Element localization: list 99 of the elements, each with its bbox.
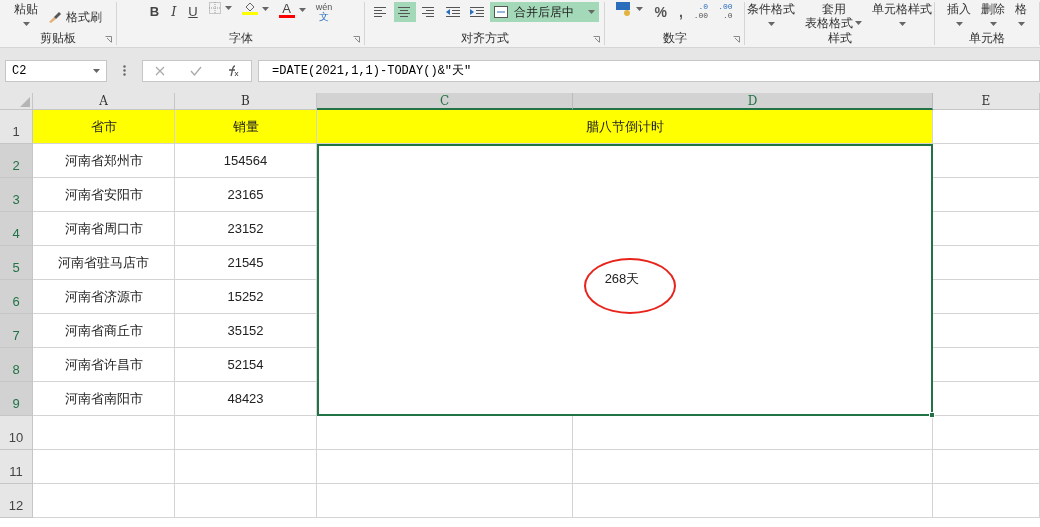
button-label: 表格格式 bbox=[805, 16, 853, 30]
format-painter-button[interactable]: 格式刷 bbox=[44, 8, 106, 26]
row-header[interactable]: 5 bbox=[0, 246, 33, 280]
table-cell: 河南省济源市 bbox=[33, 280, 175, 314]
table-cell: 河南省周口市 bbox=[33, 212, 175, 246]
row-header[interactable]: 3 bbox=[0, 178, 33, 212]
row-header[interactable]: 11 bbox=[0, 450, 33, 484]
cell-value: 268天 bbox=[604, 269, 640, 288]
align-center-button[interactable] bbox=[394, 2, 416, 22]
brush-icon bbox=[48, 11, 62, 23]
caret-icon bbox=[636, 7, 644, 11]
group-label: 数字 bbox=[662, 31, 687, 45]
check-icon[interactable] bbox=[190, 65, 202, 76]
align-right-icon bbox=[422, 6, 436, 18]
ribbon-button[interactable]: 删除 bbox=[977, 2, 1009, 26]
phonetic-button[interactable]: wén 文 bbox=[311, 2, 337, 22]
group-label: 字体 bbox=[228, 31, 253, 45]
caret-icon bbox=[224, 6, 232, 10]
caret-icon bbox=[22, 22, 30, 26]
dialog-launcher-icon[interactable] bbox=[593, 36, 600, 43]
row-header[interactable]: 10 bbox=[0, 416, 33, 450]
italic-button[interactable]: I bbox=[166, 2, 182, 22]
caret-icon bbox=[1017, 22, 1025, 26]
table-cell: 52154 bbox=[175, 348, 317, 382]
group-label: 样式 bbox=[827, 31, 852, 45]
table-cell: 48423 bbox=[175, 382, 317, 416]
table-cell: 35152 bbox=[175, 314, 317, 348]
decrease-decimal-button[interactable]: .00 .0 bbox=[714, 2, 737, 20]
ribbon-button[interactable]: 条件格式 bbox=[743, 2, 799, 26]
column-header[interactable]: C bbox=[317, 93, 573, 110]
dialog-launcher-icon[interactable] bbox=[353, 36, 360, 43]
row-header[interactable]: 1 bbox=[0, 110, 33, 144]
row-header[interactable]: 7 bbox=[0, 314, 33, 348]
function-icon[interactable] bbox=[226, 64, 239, 77]
dialog-launcher-icon[interactable] bbox=[733, 36, 740, 43]
table-cell: 15252 bbox=[175, 280, 317, 314]
table-cell: 23152 bbox=[175, 212, 317, 246]
group-label: 单元格 bbox=[969, 31, 1005, 45]
column-header[interactable]: E bbox=[933, 93, 1040, 110]
table-cell: 河南省驻马店市 bbox=[33, 246, 175, 280]
table-cell: 省市 bbox=[33, 110, 175, 144]
number-format-button[interactable]: % bbox=[649, 2, 672, 23]
caret-icon bbox=[955, 22, 963, 26]
border-icon bbox=[208, 2, 221, 14]
caret-icon bbox=[767, 22, 775, 26]
column-header[interactable]: B bbox=[175, 93, 317, 110]
row-header[interactable]: 2 bbox=[0, 144, 33, 178]
group-label: 对齐方式 bbox=[460, 31, 509, 45]
font-color-letter: A bbox=[282, 2, 292, 15]
align-center-icon bbox=[398, 6, 412, 18]
caret-icon bbox=[989, 22, 997, 26]
more-icon bbox=[123, 65, 126, 76]
table-cell: 河南省商丘市 bbox=[33, 314, 175, 348]
row-header[interactable]: 9 bbox=[0, 382, 33, 416]
table-cell: 销量 bbox=[175, 110, 317, 144]
ribbon-button[interactable]: 插入 bbox=[943, 2, 975, 26]
dialog-launcher-icon[interactable] bbox=[105, 36, 112, 43]
align-left-icon bbox=[374, 6, 388, 18]
table-cell: 23165 bbox=[175, 178, 317, 212]
row-header[interactable]: 4 bbox=[0, 212, 33, 246]
money-icon bbox=[616, 2, 633, 16]
button-label: 套用 bbox=[821, 2, 846, 16]
merge-cells-icon bbox=[494, 6, 508, 18]
bold-button[interactable]: B bbox=[144, 2, 165, 22]
paint-bucket-icon bbox=[243, 2, 256, 12]
row-header[interactable]: 6 bbox=[0, 280, 33, 314]
caret-icon bbox=[588, 10, 595, 14]
ribbon-button[interactable]: 套用 表格格式 bbox=[801, 2, 866, 30]
table-cell: 河南省许昌市 bbox=[33, 348, 175, 382]
merged-cell: 腊八节倒计时 bbox=[317, 110, 933, 144]
name-box[interactable]: C2 bbox=[5, 59, 107, 82]
table-cell: 21545 bbox=[175, 246, 317, 280]
table-cell: 154564 bbox=[175, 144, 317, 178]
column-header[interactable]: D bbox=[573, 93, 933, 110]
group-label: 剪贴板 bbox=[40, 31, 76, 45]
indent-icon bbox=[470, 6, 484, 18]
caret-icon bbox=[261, 6, 269, 11]
ribbon-button[interactable]: 单元格样式 bbox=[868, 2, 936, 26]
row-header[interactable]: 12 bbox=[0, 484, 33, 518]
cell-reference: C2 bbox=[12, 62, 27, 80]
row-header[interactable]: 8 bbox=[0, 348, 33, 382]
table-cell: 河南省安阳市 bbox=[33, 178, 175, 212]
caret-icon bbox=[93, 68, 100, 73]
underline-button[interactable]: U bbox=[183, 2, 203, 22]
ribbon-button[interactable]: 粘贴 bbox=[10, 2, 42, 26]
table-cell: 河南省郑州市 bbox=[33, 144, 175, 178]
ribbon-button[interactable]: 格 bbox=[1011, 2, 1031, 26]
table-cell: 河南省南阳市 bbox=[33, 382, 175, 416]
caret-icon bbox=[898, 22, 906, 26]
column-header[interactable]: A bbox=[33, 93, 175, 110]
merge-center-button[interactable]: 合并后居中 bbox=[490, 2, 599, 22]
caret-icon bbox=[298, 8, 306, 12]
fill-handle[interactable] bbox=[929, 412, 935, 418]
outdent-icon bbox=[446, 6, 460, 18]
formula-field[interactable]: =DATE(2021,1,1)-TODAY()&"天" bbox=[258, 59, 1040, 82]
number-format-button[interactable]: , bbox=[673, 2, 688, 23]
caret-icon bbox=[855, 21, 862, 25]
increase-decimal-button[interactable]: .0 .00 bbox=[689, 2, 713, 20]
font-color-button[interactable]: A bbox=[274, 2, 310, 18]
